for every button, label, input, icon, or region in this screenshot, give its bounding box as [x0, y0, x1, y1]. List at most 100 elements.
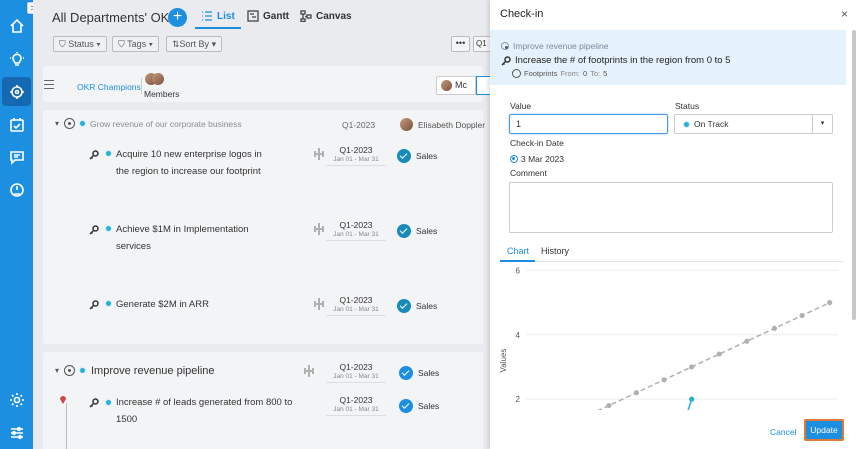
key-result-icon — [89, 300, 99, 310]
status-filter[interactable]: ⛉ Status ▾ — [53, 36, 107, 52]
avatar — [152, 73, 164, 85]
parent-objective-label: Improve revenue pipeline — [513, 41, 609, 51]
status-filter-label: Status — [68, 39, 94, 49]
team-badge[interactable]: Sales — [399, 366, 439, 380]
tab-gantt[interactable]: Gantt — [247, 10, 289, 22]
panel-scrollbar[interactable] — [852, 30, 856, 320]
kr-line: the region to increase our footprint — [116, 166, 261, 177]
comment-textarea[interactable] — [509, 182, 833, 233]
cancel-button[interactable]: Cancel — [770, 427, 796, 437]
expand-toggle[interactable]: ▾ — [55, 366, 59, 375]
okr-champions-link[interactable]: OKR Champions — [77, 82, 141, 92]
settings-icon[interactable] — [6, 389, 27, 410]
objective-owner[interactable]: Elisabeth Doppler — [400, 118, 485, 131]
team-logo-icon — [397, 149, 411, 163]
home-icon[interactable] — [6, 15, 27, 36]
objective-title[interactable]: Improve revenue pipeline — [91, 365, 215, 377]
team-badge[interactable]: Sales — [397, 224, 437, 238]
kr-period: Q1-2023 Jan 01 - Mar 31 — [326, 145, 386, 166]
metric-name: Footprints — [524, 69, 558, 78]
avatar — [441, 80, 452, 91]
close-icon[interactable]: × — [841, 7, 848, 21]
status-dot — [79, 120, 86, 127]
kr-dates: Jan 01 - Mar 31 — [333, 406, 379, 413]
objective-icon — [64, 118, 75, 129]
team-badge[interactable]: Sales — [397, 299, 437, 313]
weight-icon[interactable] — [314, 148, 324, 160]
avatar — [400, 118, 413, 131]
checkin-date[interactable]: 3 Mar 2023 — [510, 154, 564, 164]
to-value: 5 — [603, 69, 608, 78]
menu-icon[interactable] — [44, 80, 54, 92]
gauge-icon[interactable] — [6, 179, 27, 200]
target-icon[interactable] — [2, 77, 31, 106]
sort-by-dropdown[interactable]: ⇅Sort By ▾ — [166, 36, 223, 52]
date-radio-icon[interactable] — [510, 155, 518, 163]
status-label: Status — [675, 101, 700, 111]
value-input[interactable]: 1 — [509, 114, 668, 134]
chat-icon[interactable] — [6, 146, 27, 167]
team-badge[interactable]: Sales — [397, 149, 437, 163]
kr-quarter: Q1-2023 — [339, 395, 373, 405]
status-select[interactable]: On Track ▾ — [674, 114, 833, 134]
quarter-filter[interactable]: Q1 — [473, 36, 490, 52]
key-result-heading: Increase the # of footprints in the regi… — [501, 55, 730, 66]
from-label: From: — [560, 69, 580, 78]
kr-quarter: Q1-2023 — [339, 295, 373, 305]
user-tab[interactable]: Mc — [436, 76, 476, 95]
tab-chart[interactable]: Chart — [507, 246, 529, 256]
chart-history-tabs: Chart History — [500, 244, 843, 262]
team-logo-icon — [397, 299, 411, 313]
tab-canvas-label: Canvas — [316, 10, 352, 22]
checklist-icon[interactable] — [6, 114, 27, 135]
team-badge[interactable]: Sales — [399, 399, 439, 413]
owner-name: Elisabeth Doppler — [418, 119, 486, 130]
divider — [141, 78, 142, 94]
user-tab-label: Mc — [455, 80, 467, 90]
key-result-title[interactable]: Increase # of leads generated from 800 t… — [116, 394, 292, 428]
weight-icon[interactable] — [314, 223, 324, 235]
target-point — [716, 351, 722, 357]
user-tab-secondary[interactable] — [476, 76, 490, 95]
parent-objective[interactable]: Improve revenue pipeline — [501, 41, 608, 51]
kr-period: Q1-2023 Jan 01 - Mar 31 — [326, 220, 386, 241]
key-result-title[interactable]: Acquire 10 new enterprise logos in the re… — [116, 146, 262, 180]
divider — [326, 415, 386, 416]
key-result-icon — [89, 225, 99, 235]
members-avatars[interactable] — [145, 73, 164, 88]
divider — [326, 165, 386, 166]
objective-title[interactable]: Grow revenue of our corporate business — [90, 119, 242, 129]
key-result-title[interactable]: Generate $2M in ARR — [116, 296, 209, 313]
team-logo-icon — [399, 399, 413, 413]
target-point — [827, 300, 833, 306]
tab-canvas[interactable]: Canvas — [300, 10, 352, 22]
objective-icon — [501, 42, 509, 50]
panel-footer: Cancel Update — [490, 410, 856, 449]
progress-chart: 2 4 6 Values — [500, 266, 838, 412]
add-okr-button[interactable]: + — [168, 8, 187, 27]
chevron-down-icon[interactable]: ▾ — [812, 115, 832, 133]
more-options-button[interactable]: ••• — [451, 36, 470, 52]
expand-toggle[interactable]: ▾ — [55, 119, 59, 128]
kr-dates: Jan 01 - Mar 31 — [333, 306, 379, 313]
key-result-icon — [89, 398, 99, 408]
tab-list[interactable]: List — [201, 10, 235, 22]
weight-icon[interactable] — [314, 298, 324, 310]
divider — [326, 382, 386, 383]
active-view-underline — [195, 27, 241, 29]
key-result-title[interactable]: Achieve $1M in Implementation services — [116, 221, 249, 255]
from-value: 0 — [582, 69, 588, 78]
gantt-icon — [247, 10, 259, 22]
update-button[interactable]: Update — [804, 419, 844, 441]
to-label: To: — [590, 69, 601, 78]
tags-filter[interactable]: ⛉ Tags ▾ — [112, 36, 160, 52]
lightbulb-icon[interactable] — [6, 49, 27, 70]
weight-icon[interactable] — [304, 365, 314, 377]
tags-filter-label: Tags — [127, 39, 147, 49]
team-name: Sales — [416, 301, 438, 311]
tab-history[interactable]: History — [541, 246, 569, 256]
sliders-icon[interactable] — [6, 422, 27, 443]
status-dot — [105, 300, 112, 307]
target-point — [799, 312, 805, 319]
objective-quarter: Q1-2023 — [342, 120, 376, 130]
